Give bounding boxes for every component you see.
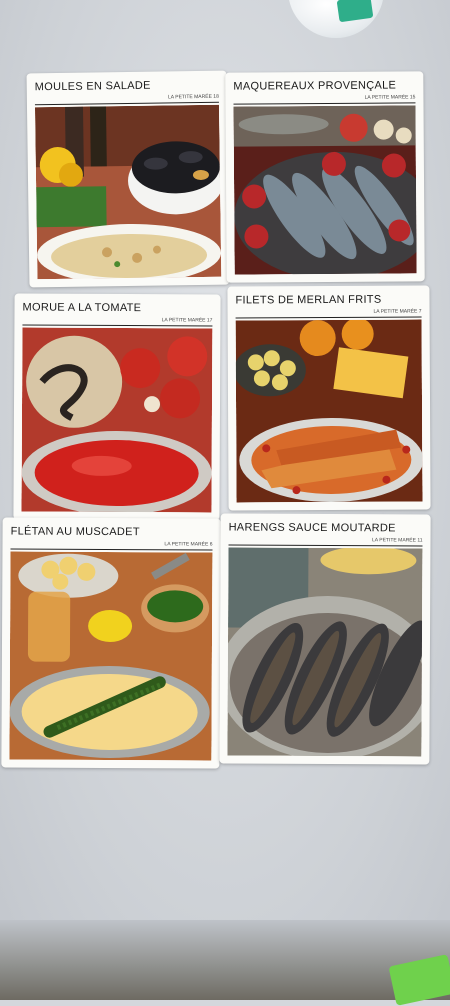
card-title: HARENGS SAUCE MOUTARDE bbox=[228, 521, 396, 535]
table-edge bbox=[0, 920, 450, 1000]
card-subtitle: LA PETITE MARÉE 15 bbox=[364, 94, 416, 101]
card-divider bbox=[228, 544, 423, 547]
card-subtitle: LA PETITE MARÉE 17 bbox=[161, 317, 213, 324]
recipe-photo bbox=[235, 319, 423, 503]
recipe-photo bbox=[227, 547, 423, 757]
card-subtitle: LA PETITE MARÉE 6 bbox=[164, 541, 213, 548]
recipe-card-fletan: FLÉTAN AU MUSCADET LA PETITE MARÉE 6 bbox=[1, 517, 221, 769]
card-subtitle: LA PETITE MARÉE 11 bbox=[372, 537, 423, 544]
recipe-photo bbox=[9, 551, 213, 761]
card-title: MOULES EN SALADE bbox=[34, 79, 151, 94]
card-title: MAQUEREAUX PROVENÇALE bbox=[233, 79, 397, 93]
card-divider bbox=[233, 102, 416, 105]
recipe-card-harengs: HARENGS SAUCE MOUTARDE LA PETITE MARÉE 1… bbox=[219, 513, 431, 765]
card-divider bbox=[10, 548, 213, 551]
card-subtitle: LA PETITE MARÉE 18 bbox=[167, 93, 219, 101]
card-divider bbox=[22, 324, 213, 327]
recipe-card-moules: MOULES EN SALADE LA PETITE MARÉE 18 bbox=[26, 70, 230, 288]
recipe-card-morue: MORUE A LA TOMATE LA PETITE MARÉE 17 bbox=[13, 293, 221, 521]
recipe-card-maquereaux: MAQUEREAUX PROVENÇALE LA PETITE MARÉE 15 bbox=[225, 71, 425, 283]
card-title: FILETS DE MERLAN FRITS bbox=[235, 293, 382, 307]
recipe-photo bbox=[233, 105, 417, 275]
recipe-photo bbox=[21, 327, 213, 513]
card-title: FLÉTAN AU MUSCADET bbox=[10, 525, 140, 539]
card-subtitle: LA PETITE MARÉE 7 bbox=[373, 308, 422, 315]
recipe-photo bbox=[34, 104, 222, 280]
card-title: MORUE A LA TOMATE bbox=[22, 301, 142, 315]
container-label bbox=[336, 0, 374, 23]
recipe-card-merlan: FILETS DE MERLAN FRITS LA PETITE MARÉE 7 bbox=[227, 285, 431, 511]
card-divider bbox=[235, 316, 422, 319]
